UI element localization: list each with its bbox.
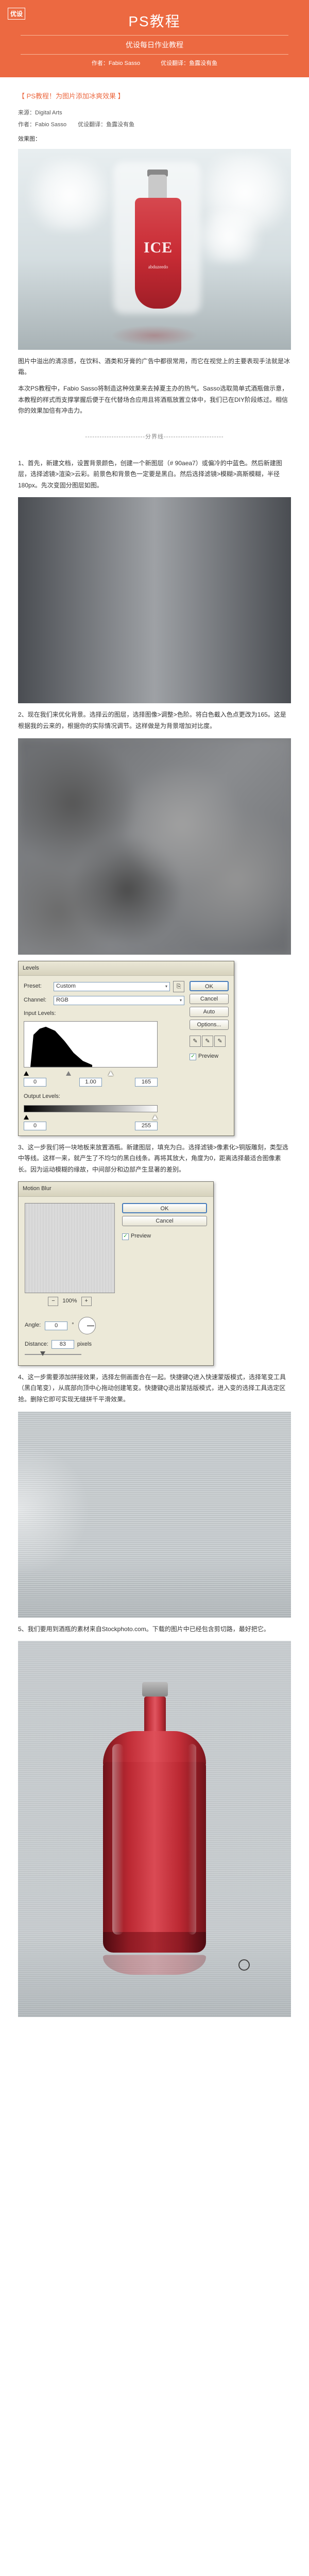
article-title: 【 PS教程！为图片添加冰爽效果 】 <box>18 90 291 102</box>
output-white-field[interactable]: 255 <box>135 1122 158 1130</box>
eyedropper-black-icon[interactable]: ✎ <box>190 1036 201 1047</box>
motion-blur-dialog: Motion Blur − 100% + Angle: 0 ° Distance… <box>18 1181 214 1365</box>
header-title: PS教程 <box>0 10 309 31</box>
channel-label: Channel: <box>24 995 50 1006</box>
angle-dial[interactable] <box>78 1317 96 1334</box>
bottle-label: ICE abduzeedo <box>136 234 180 271</box>
step-5-text: 5、我们要用到酒瓶的素材来自Stockphoto.com。下载的图片中已经包含剪… <box>18 1624 291 1635</box>
preset-menu-icon[interactable]: ⎘ <box>173 981 184 992</box>
preview-checkbox[interactable]: ✓ <box>190 1054 196 1060</box>
histogram <box>24 1021 158 1067</box>
page-header: 优设 PS教程 优设每日作业教程 作者：Fabio Sasso 优设翻译：鱼露没… <box>0 0 309 77</box>
preview-label: Preview <box>131 1231 151 1242</box>
angle-field[interactable]: 0 <box>45 1321 67 1330</box>
distance-slider[interactable] <box>25 1354 81 1355</box>
step-5-image <box>18 1641 291 2017</box>
chevron-down-icon: ▾ <box>165 983 167 990</box>
header-subtitle: 优设每日作业教程 <box>0 40 309 50</box>
distance-label: Distance: <box>25 1340 48 1350</box>
output-gradient <box>24 1105 158 1112</box>
section-divider: -------------------------分界线------------… <box>18 432 291 443</box>
eyedropper-white-icon[interactable]: ✎ <box>214 1036 226 1047</box>
angle-label: Angle: <box>25 1320 41 1331</box>
zoom-value: 100% <box>62 1296 77 1307</box>
input-levels-label: Input Levels: <box>24 1009 184 1019</box>
distance-unit: pixels <box>77 1340 92 1350</box>
step-3-text: 3、这一步我们将一块地板来放置酒瓶。新建图层，填充为白。选择滤镜>像素化>铜版雕… <box>18 1142 291 1176</box>
input-white-field[interactable]: 165 <box>135 1078 158 1087</box>
dialog-titlebar[interactable]: Levels <box>19 961 234 976</box>
angle-unit: ° <box>72 1320 74 1331</box>
step-2-text: 2、现在我们来优化背景。选择云的图层，选择图像>调整>色阶。将白色截入色点更改为… <box>18 709 291 732</box>
preview-checkbox[interactable]: ✓ <box>122 1233 129 1240</box>
auto-button[interactable]: Auto <box>190 1007 229 1017</box>
channel-select[interactable]: RGB▾ <box>54 996 184 1005</box>
preset-label: Preset: <box>24 981 50 992</box>
step-4-text: 4、这一步需要添加拼接效果，选择左侧画面合在一起。快捷键Q进入快速蒙版模式，选择… <box>18 1372 291 1405</box>
zoom-in-button[interactable]: + <box>81 1297 92 1306</box>
input-black-field[interactable]: 0 <box>24 1078 46 1087</box>
output-black-field[interactable]: 0 <box>24 1122 46 1130</box>
step-1-image <box>18 497 291 703</box>
chevron-down-icon: ▾ <box>180 997 182 1004</box>
zoom-out-button[interactable]: − <box>48 1297 58 1306</box>
intro-para-2: 本次PS教程中，Fabio Sasso将制造这种效果来去掉夏主办的热气。Sass… <box>18 383 291 417</box>
intro-para-1: 图片中溢出的清凉感，在饮料、酒类和牙膏的广告中都很常用，而它在视觉上的主要表现手… <box>18 356 291 378</box>
input-mid-field[interactable]: 1.00 <box>79 1078 102 1087</box>
output-slider[interactable] <box>24 1113 184 1120</box>
step-1-text: 1、首先，新建文档，设置背景颜色，创建一个新图层（# 90aea7）或偏冷的中蓝… <box>18 458 291 492</box>
ok-button[interactable]: OK <box>122 1203 207 1213</box>
cancel-button[interactable]: Cancel <box>122 1216 207 1226</box>
ok-button[interactable]: OK <box>190 981 229 991</box>
motion-preview <box>25 1203 115 1293</box>
preview-label: Preview <box>198 1052 218 1062</box>
hero-image: ICE abduzeedo <box>18 149 291 350</box>
step-4-image <box>18 1412 291 1618</box>
ice-bottle: ICE abduzeedo <box>124 170 191 324</box>
eyedropper-gray-icon[interactable]: ✎ <box>202 1036 213 1047</box>
article-content: 【 PS教程！为图片添加冰爽效果 】 来源：Digital Arts 作者：Fa… <box>0 77 309 2036</box>
options-button[interactable]: Options... <box>190 1020 229 1030</box>
credit-line: 作者：Fabio Sasso 优设翻译：鱼露没有鱼 <box>18 120 291 130</box>
step-2-image <box>18 738 291 955</box>
red-bottle <box>93 1682 216 1960</box>
effect-label: 效果图： <box>18 134 291 145</box>
distance-field[interactable]: 83 <box>52 1340 74 1349</box>
source-line: 来源：Digital Arts <box>18 108 291 118</box>
divider-line <box>21 54 288 55</box>
cancel-button[interactable]: Cancel <box>190 994 229 1004</box>
preset-select[interactable]: Custom▾ <box>54 982 170 991</box>
levels-dialog: Levels Preset: Custom▾ ⎘ Channel: RGB▾ I… <box>18 961 234 1136</box>
dialog-titlebar[interactable]: Motion Blur <box>19 1182 213 1197</box>
divider-line <box>21 35 288 36</box>
output-levels-label: Output Levels: <box>24 1092 184 1102</box>
header-credits: 作者：Fabio Sasso 优设翻译：鱼露没有鱼 <box>0 59 309 67</box>
input-slider[interactable] <box>24 1070 184 1076</box>
logo: 优设 <box>8 8 25 20</box>
